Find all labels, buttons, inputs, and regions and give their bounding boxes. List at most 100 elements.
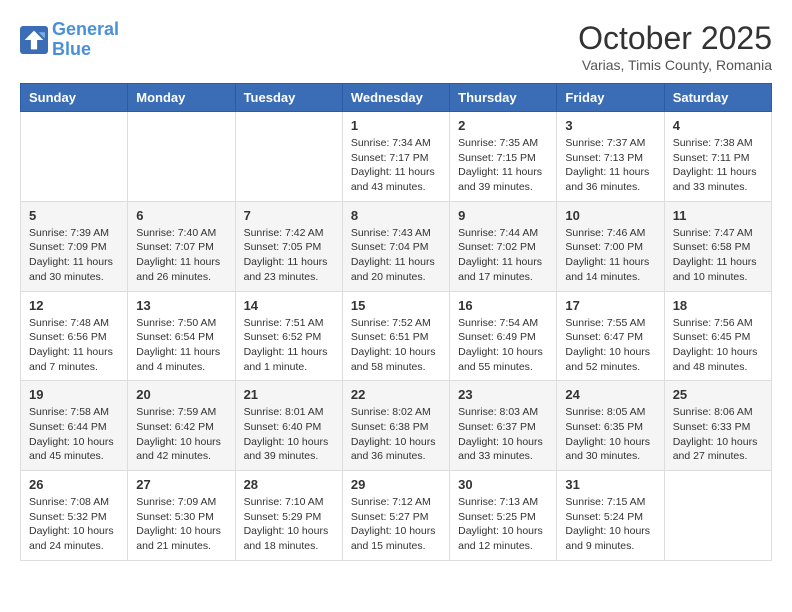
weekday-header-wednesday: Wednesday bbox=[342, 84, 449, 112]
day-info: Sunrise: 8:03 AM Sunset: 6:37 PM Dayligh… bbox=[458, 405, 548, 464]
day-info: Sunrise: 8:02 AM Sunset: 6:38 PM Dayligh… bbox=[351, 405, 441, 464]
day-number: 18 bbox=[673, 298, 763, 313]
day-info: Sunrise: 7:42 AM Sunset: 7:05 PM Dayligh… bbox=[244, 226, 334, 285]
calendar-cell: 24 Sunrise: 8:05 AM Sunset: 6:35 PM Dayli… bbox=[557, 381, 664, 471]
day-info: Sunrise: 7:54 AM Sunset: 6:49 PM Dayligh… bbox=[458, 316, 548, 375]
day-info: Sunrise: 7:38 AM Sunset: 7:11 PM Dayligh… bbox=[673, 136, 763, 195]
calendar-cell: 31Sunrise: 7:15 AM Sunset: 5:24 PM Dayli… bbox=[557, 471, 664, 561]
day-number: 23 bbox=[458, 387, 548, 402]
calendar-cell: 19 Sunrise: 7:58 AM Sunset: 6:44 PM Dayli… bbox=[21, 381, 128, 471]
calendar-cell: 3 Sunrise: 7:37 AM Sunset: 7:13 PM Daylig… bbox=[557, 112, 664, 202]
calendar-cell: 4 Sunrise: 7:38 AM Sunset: 7:11 PM Daylig… bbox=[664, 112, 771, 202]
day-number: 15 bbox=[351, 298, 441, 313]
day-number: 3 bbox=[565, 118, 655, 133]
title-block: October 2025 Varias, Timis County, Roman… bbox=[578, 20, 772, 73]
logo: General Blue bbox=[20, 20, 119, 60]
weekday-header-row: SundayMondayTuesdayWednesdayThursdayFrid… bbox=[21, 84, 772, 112]
weekday-header-saturday: Saturday bbox=[664, 84, 771, 112]
day-number: 1 bbox=[351, 118, 441, 133]
calendar-cell: 23 Sunrise: 8:03 AM Sunset: 6:37 PM Dayli… bbox=[450, 381, 557, 471]
location: Varias, Timis County, Romania bbox=[578, 57, 772, 73]
day-number: 5 bbox=[29, 208, 119, 223]
calendar-cell: 9 Sunrise: 7:44 AM Sunset: 7:02 PM Daylig… bbox=[450, 201, 557, 291]
calendar-cell: 25Sunrise: 8:06 AM Sunset: 6:33 PM Dayli… bbox=[664, 381, 771, 471]
day-info: Sunrise: 7:52 AM Sunset: 6:51 PM Dayligh… bbox=[351, 316, 441, 375]
day-info: Sunrise: 7:37 AM Sunset: 7:13 PM Dayligh… bbox=[565, 136, 655, 195]
day-number: 6 bbox=[136, 208, 226, 223]
day-number: 16 bbox=[458, 298, 548, 313]
calendar-cell: 13Sunrise: 7:50 AM Sunset: 6:54 PM Dayli… bbox=[128, 291, 235, 381]
calendar-cell: 29Sunrise: 7:12 AM Sunset: 5:27 PM Dayli… bbox=[342, 471, 449, 561]
day-info: Sunrise: 7:13 AM Sunset: 5:25 PM Dayligh… bbox=[458, 495, 548, 554]
page-header: General Blue October 2025 Varias, Timis … bbox=[20, 20, 772, 73]
day-info: Sunrise: 7:46 AM Sunset: 7:00 PM Dayligh… bbox=[565, 226, 655, 285]
day-info: Sunrise: 7:58 AM Sunset: 6:44 PM Dayligh… bbox=[29, 405, 119, 464]
logo-line1: General bbox=[52, 19, 119, 39]
day-number: 11 bbox=[673, 208, 763, 223]
day-info: Sunrise: 7:43 AM Sunset: 7:04 PM Dayligh… bbox=[351, 226, 441, 285]
day-number: 17 bbox=[565, 298, 655, 313]
calendar-cell: 12Sunrise: 7:48 AM Sunset: 6:56 PM Dayli… bbox=[21, 291, 128, 381]
day-number: 9 bbox=[458, 208, 548, 223]
weekday-header-sunday: Sunday bbox=[21, 84, 128, 112]
day-number: 7 bbox=[244, 208, 334, 223]
day-info: Sunrise: 7:47 AM Sunset: 6:58 PM Dayligh… bbox=[673, 226, 763, 285]
calendar-cell: 10 Sunrise: 7:46 AM Sunset: 7:00 PM Dayli… bbox=[557, 201, 664, 291]
day-info: Sunrise: 7:08 AM Sunset: 5:32 PM Dayligh… bbox=[29, 495, 119, 554]
calendar-cell: 18 Sunrise: 7:56 AM Sunset: 6:45 PM Dayli… bbox=[664, 291, 771, 381]
weekday-header-tuesday: Tuesday bbox=[235, 84, 342, 112]
calendar-cell bbox=[235, 112, 342, 202]
calendar-cell: 16 Sunrise: 7:54 AM Sunset: 6:49 PM Dayli… bbox=[450, 291, 557, 381]
day-info: Sunrise: 7:55 AM Sunset: 6:47 PM Dayligh… bbox=[565, 316, 655, 375]
day-number: 10 bbox=[565, 208, 655, 223]
weekday-header-thursday: Thursday bbox=[450, 84, 557, 112]
day-number: 19 bbox=[29, 387, 119, 402]
calendar-cell: 8Sunrise: 7:43 AM Sunset: 7:04 PM Daylig… bbox=[342, 201, 449, 291]
calendar-cell: 27Sunrise: 7:09 AM Sunset: 5:30 PM Dayli… bbox=[128, 471, 235, 561]
day-number: 30 bbox=[458, 477, 548, 492]
day-info: Sunrise: 7:56 AM Sunset: 6:45 PM Dayligh… bbox=[673, 316, 763, 375]
calendar-cell: 30 Sunrise: 7:13 AM Sunset: 5:25 PM Dayli… bbox=[450, 471, 557, 561]
day-number: 27 bbox=[136, 477, 226, 492]
day-number: 14 bbox=[244, 298, 334, 313]
day-number: 29 bbox=[351, 477, 441, 492]
day-number: 13 bbox=[136, 298, 226, 313]
calendar-cell: 6Sunrise: 7:40 AM Sunset: 7:07 PM Daylig… bbox=[128, 201, 235, 291]
day-number: 24 bbox=[565, 387, 655, 402]
day-info: Sunrise: 7:10 AM Sunset: 5:29 PM Dayligh… bbox=[244, 495, 334, 554]
day-number: 4 bbox=[673, 118, 763, 133]
calendar-cell: 5 Sunrise: 7:39 AM Sunset: 7:09 PM Daylig… bbox=[21, 201, 128, 291]
calendar-cell bbox=[128, 112, 235, 202]
calendar-cell: 22 Sunrise: 8:02 AM Sunset: 6:38 PM Dayli… bbox=[342, 381, 449, 471]
day-number: 2 bbox=[458, 118, 548, 133]
day-number: 25 bbox=[673, 387, 763, 402]
day-info: Sunrise: 7:59 AM Sunset: 6:42 PM Dayligh… bbox=[136, 405, 226, 464]
week-row-0: 1Sunrise: 7:34 AM Sunset: 7:17 PM Daylig… bbox=[21, 112, 772, 202]
week-row-3: 19 Sunrise: 7:58 AM Sunset: 6:44 PM Dayli… bbox=[21, 381, 772, 471]
day-info: Sunrise: 7:51 AM Sunset: 6:52 PM Dayligh… bbox=[244, 316, 334, 375]
logo-icon bbox=[20, 26, 48, 54]
calendar-cell: 17 Sunrise: 7:55 AM Sunset: 6:47 PM Dayli… bbox=[557, 291, 664, 381]
calendar-cell: 21Sunrise: 8:01 AM Sunset: 6:40 PM Dayli… bbox=[235, 381, 342, 471]
day-number: 31 bbox=[565, 477, 655, 492]
week-row-1: 5 Sunrise: 7:39 AM Sunset: 7:09 PM Daylig… bbox=[21, 201, 772, 291]
day-info: Sunrise: 7:48 AM Sunset: 6:56 PM Dayligh… bbox=[29, 316, 119, 375]
day-info: Sunrise: 8:05 AM Sunset: 6:35 PM Dayligh… bbox=[565, 405, 655, 464]
calendar-cell: 20 Sunrise: 7:59 AM Sunset: 6:42 PM Dayli… bbox=[128, 381, 235, 471]
calendar-cell: 1Sunrise: 7:34 AM Sunset: 7:17 PM Daylig… bbox=[342, 112, 449, 202]
day-number: 26 bbox=[29, 477, 119, 492]
day-number: 20 bbox=[136, 387, 226, 402]
calendar-cell: 28Sunrise: 7:10 AM Sunset: 5:29 PM Dayli… bbox=[235, 471, 342, 561]
weekday-header-monday: Monday bbox=[128, 84, 235, 112]
calendar-cell bbox=[21, 112, 128, 202]
calendar-cell: 14 Sunrise: 7:51 AM Sunset: 6:52 PM Dayli… bbox=[235, 291, 342, 381]
week-row-2: 12Sunrise: 7:48 AM Sunset: 6:56 PM Dayli… bbox=[21, 291, 772, 381]
calendar-cell: 26 Sunrise: 7:08 AM Sunset: 5:32 PM Dayli… bbox=[21, 471, 128, 561]
weekday-header-friday: Friday bbox=[557, 84, 664, 112]
day-info: Sunrise: 7:44 AM Sunset: 7:02 PM Dayligh… bbox=[458, 226, 548, 285]
calendar-cell: 11 Sunrise: 7:47 AM Sunset: 6:58 PM Dayli… bbox=[664, 201, 771, 291]
day-number: 22 bbox=[351, 387, 441, 402]
day-info: Sunrise: 7:39 AM Sunset: 7:09 PM Dayligh… bbox=[29, 226, 119, 285]
week-row-4: 26 Sunrise: 7:08 AM Sunset: 5:32 PM Dayli… bbox=[21, 471, 772, 561]
calendar-cell: 15 Sunrise: 7:52 AM Sunset: 6:51 PM Dayli… bbox=[342, 291, 449, 381]
